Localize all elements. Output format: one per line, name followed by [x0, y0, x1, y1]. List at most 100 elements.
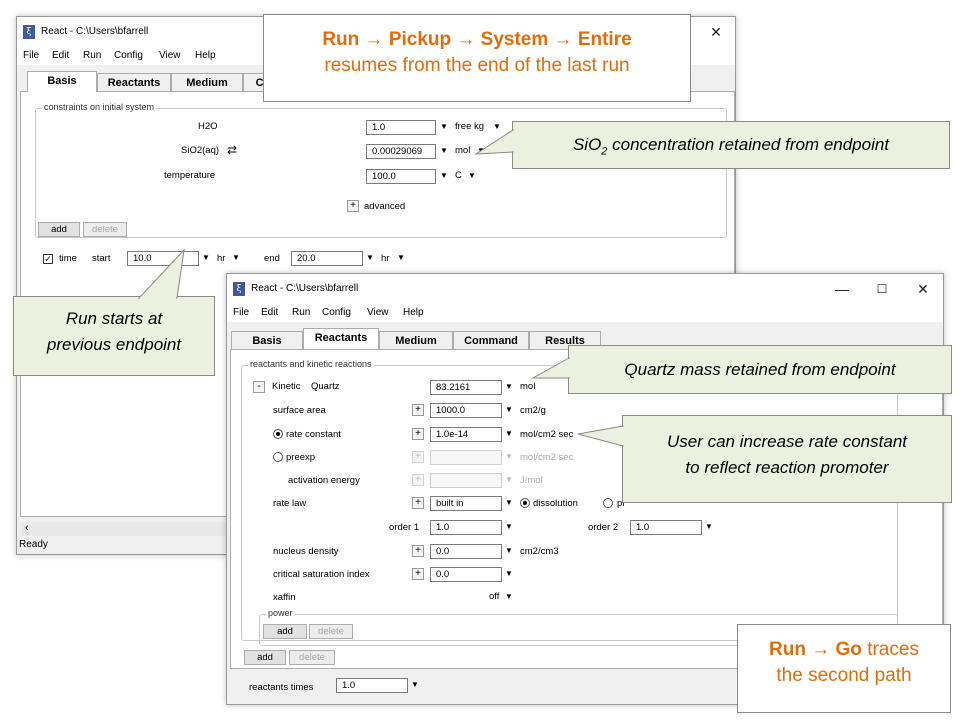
close-icon[interactable]: ✕ [701, 21, 731, 43]
menu-edit[interactable]: Edit [52, 50, 69, 61]
advanced-expand-button[interactable]: + [347, 200, 359, 212]
end-unit[interactable]: hr [381, 253, 389, 264]
preexp-unit[interactable]: mol/cm2 sec [520, 452, 573, 463]
menu-help[interactable]: Help [195, 50, 216, 61]
order2-input[interactable]: 1.0 [630, 520, 702, 535]
horizontal-scrollbar[interactable]: ‹ [21, 522, 231, 536]
chevron-down-icon[interactable]: ▼ [505, 475, 513, 484]
h2o-input[interactable]: 1.0 [366, 120, 436, 135]
menu-config[interactable]: Config [322, 307, 351, 318]
chevron-down-icon[interactable]: ▼ [366, 253, 374, 262]
tab-command[interactable]: Command [453, 331, 529, 349]
end-input[interactable]: 20.0 [291, 251, 363, 266]
temperature-unit[interactable]: C [455, 170, 462, 181]
constraints-group-label: constraints on initial system [42, 102, 157, 112]
surface-area-unit[interactable]: cm2/g [520, 405, 546, 416]
go-note: Run → Go traces the second path [737, 624, 951, 713]
tab-medium[interactable]: Medium [171, 73, 243, 91]
start-unit[interactable]: hr [217, 253, 225, 264]
chevron-down-icon[interactable]: ▼ [440, 146, 448, 155]
menu-file[interactable]: File [23, 50, 39, 61]
power-delete-button[interactable]: delete [309, 624, 353, 639]
preexp-radio[interactable] [273, 452, 283, 462]
menu-edit[interactable]: Edit [261, 307, 278, 318]
precipitation-radio[interactable] [603, 498, 613, 508]
chevron-down-icon[interactable]: ▼ [505, 382, 513, 391]
menu-run[interactable]: Run [83, 50, 101, 61]
close-icon[interactable]: ✕ [908, 278, 938, 300]
chevron-down-icon[interactable]: ▼ [440, 171, 448, 180]
go-note-line2: the second path [776, 665, 912, 686]
chevron-down-icon[interactable]: ▼ [505, 592, 513, 601]
nucleus-density-unit[interactable]: cm2/cm3 [520, 546, 559, 557]
chevron-down-icon[interactable]: ▼ [705, 522, 713, 531]
front-panel: reactants and kinetic reactions - Kineti… [230, 349, 943, 669]
maximize-icon[interactable]: ☐ [867, 278, 897, 300]
surface-area-input[interactable]: 1000.0 [430, 403, 502, 418]
order1-input[interactable]: 1.0 [430, 520, 502, 535]
xaffin-value[interactable]: off [489, 591, 499, 602]
menu-run[interactable]: Run [292, 307, 310, 318]
tab-basis[interactable]: Basis [27, 71, 97, 92]
rate-constant-expand-button[interactable]: + [412, 428, 424, 440]
menu-help[interactable]: Help [403, 307, 424, 318]
preexp-input[interactable] [430, 450, 502, 465]
rate-constant-radio[interactable] [273, 429, 283, 439]
chevron-down-icon[interactable]: ▼ [232, 253, 240, 262]
menu-config[interactable]: Config [114, 50, 143, 61]
sio2-input[interactable]: 0.00029069 [366, 144, 436, 159]
add-button[interactable]: add [244, 650, 286, 665]
chevron-down-icon[interactable]: ▼ [468, 171, 476, 180]
delete-button[interactable]: delete [289, 650, 335, 665]
chevron-down-icon[interactable]: ▼ [505, 405, 513, 414]
swap-icon[interactable]: ⇄ [227, 143, 237, 157]
rate-law-expand-button[interactable]: + [412, 497, 424, 509]
rate-constant-unit[interactable]: mol/cm2 sec [520, 429, 573, 440]
tab-basis[interactable]: Basis [231, 331, 303, 349]
chevron-down-icon[interactable]: ▼ [505, 522, 513, 531]
rate-constant-input[interactable]: 1.0e-14 [430, 427, 502, 442]
menu-file[interactable]: File [233, 307, 249, 318]
tab-reactants[interactable]: Reactants [303, 328, 379, 349]
sio2-unit[interactable]: mol [455, 145, 470, 156]
power-add-button[interactable]: add [263, 624, 307, 639]
chevron-down-icon[interactable]: ▼ [397, 253, 405, 262]
chevron-down-icon[interactable]: ▼ [505, 429, 513, 438]
activation-energy-expand-button[interactable]: + [412, 474, 424, 486]
minimize-icon[interactable]: — [827, 278, 857, 300]
dissolution-radio[interactable] [520, 498, 530, 508]
mineral-amount-input[interactable]: 83.2161 [430, 380, 502, 395]
temperature-input[interactable]: 100.0 [366, 169, 436, 184]
power-group-label: power [266, 608, 295, 618]
crit-sat-expand-button[interactable]: + [412, 568, 424, 580]
chevron-down-icon[interactable]: ▼ [440, 122, 448, 131]
menu-view[interactable]: View [159, 50, 181, 61]
chevron-down-icon[interactable]: ▼ [202, 253, 210, 262]
chevron-down-icon[interactable]: ▼ [505, 452, 513, 461]
activation-energy-input[interactable] [430, 473, 502, 488]
chevron-down-icon[interactable]: ▼ [411, 680, 419, 689]
chevron-down-icon[interactable]: ▼ [505, 498, 513, 507]
scroll-left-icon[interactable]: ‹ [25, 522, 29, 534]
delete-button[interactable]: delete [83, 222, 127, 237]
activation-energy-unit[interactable]: J/mol [520, 475, 543, 486]
surface-area-label: surface area [273, 405, 326, 416]
time-checkbox[interactable]: ✓ [43, 254, 53, 264]
tab-medium[interactable]: Medium [379, 331, 453, 349]
preexp-expand-button[interactable]: + [412, 451, 424, 463]
rate-law-select[interactable]: built in [430, 496, 502, 511]
add-button[interactable]: add [38, 222, 80, 237]
chevron-down-icon[interactable]: ▼ [505, 569, 513, 578]
callout-pointer [531, 357, 571, 379]
front-window-title: React - C:\Users\bfarrell [251, 283, 359, 294]
crit-sat-input[interactable]: 0.0 [430, 567, 502, 582]
surface-area-expand-button[interactable]: + [412, 404, 424, 416]
chevron-down-icon[interactable]: ▼ [505, 546, 513, 555]
nucleus-density-input[interactable]: 0.0 [430, 544, 502, 559]
menu-view[interactable]: View [367, 307, 389, 318]
reactants-times-input[interactable]: 1.0 [336, 678, 408, 693]
tab-reactants[interactable]: Reactants [97, 73, 171, 91]
nucleus-density-expand-button[interactable]: + [412, 545, 424, 557]
collapse-button[interactable]: - [253, 381, 265, 393]
time-label: time [59, 253, 77, 264]
